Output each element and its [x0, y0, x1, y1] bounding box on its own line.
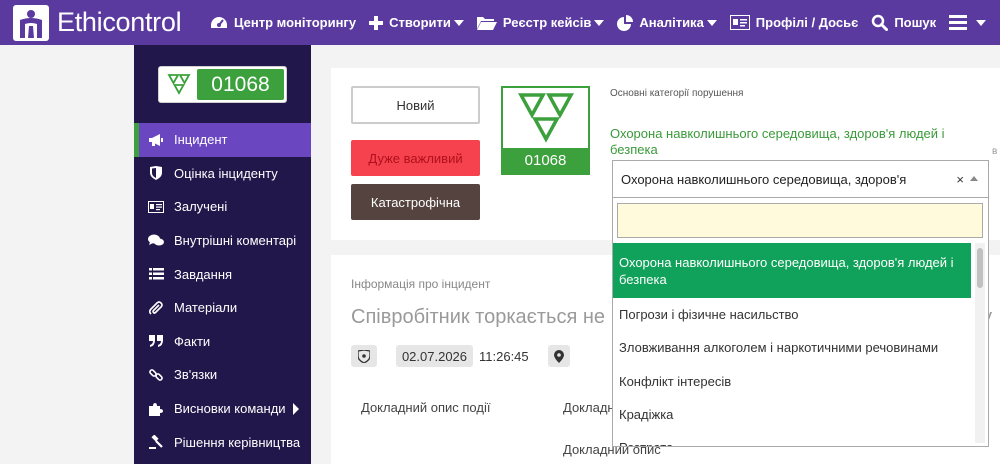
- sidebar-item-label: Залучені: [174, 199, 228, 215]
- brand-name: Ethicontrol: [57, 7, 182, 37]
- hamburger-icon: [949, 15, 968, 30]
- comments-icon: [148, 234, 164, 247]
- trefoil-icon: [503, 88, 588, 148]
- pie-chart-icon: [617, 14, 634, 31]
- gavel-icon: [148, 435, 164, 450]
- category-search-input[interactable]: [617, 203, 983, 238]
- category-option[interactable]: Охорона навколишнього середовища, здоров…: [613, 243, 971, 298]
- sidebar-item-team-conclusions[interactable]: Висновки команди: [134, 392, 311, 426]
- list-icon: [148, 268, 164, 280]
- case-number-large: 01068: [503, 148, 588, 173]
- status-new-button[interactable]: Новий: [351, 86, 480, 124]
- clear-icon[interactable]: ×: [956, 172, 964, 187]
- category-select[interactable]: Охорона навколишнього середовища, здоров…: [612, 160, 989, 198]
- description-label-2: Докладн: [563, 400, 615, 415]
- paperclip-icon: [148, 300, 164, 315]
- chevron-right-icon: [292, 402, 299, 415]
- truncated-label: в: [992, 146, 998, 157]
- menu-toggle[interactable]: [949, 0, 987, 45]
- incident-time: 11:26:45: [479, 349, 529, 364]
- link-icon: [148, 368, 164, 382]
- category-dropdown: Охорона навколишнього середовища, здоров…: [612, 197, 989, 447]
- sidebar-item-label: Висновки команди: [174, 401, 286, 417]
- sidebar-item-comments[interactable]: Внутрішні коментарі: [134, 224, 311, 258]
- chevron-up-icon[interactable]: [970, 176, 978, 181]
- nav-monitoring[interactable]: Центр моніторингу: [210, 0, 356, 45]
- nav-search-label: Пошук: [894, 15, 937, 30]
- trefoil-icon: [161, 69, 197, 100]
- id-card-icon: [148, 200, 164, 213]
- sidebar-item-label: Внутрішні коментарі: [174, 233, 297, 249]
- sidebar-item-label: Інцидент: [174, 132, 228, 148]
- case-badge-large: 01068: [501, 86, 590, 175]
- category-option[interactable]: Конфлікт інтересів: [613, 365, 971, 398]
- sidebar-item-facts[interactable]: Факти: [134, 325, 311, 359]
- description-label: Докладний опис події: [361, 400, 491, 415]
- sidebar-item-label: Матеріали: [174, 300, 238, 316]
- plus-icon: [369, 15, 384, 30]
- incident-title: Співробітник торкається не: [351, 306, 606, 328]
- sidebar-item-label: Факти: [174, 333, 211, 349]
- chevron-down-icon: [453, 19, 464, 26]
- nav-search[interactable]: Пошук: [871, 0, 936, 45]
- category-options: Охорона навколишнього середовища, здоров…: [613, 243, 971, 446]
- shield-icon: [148, 166, 164, 181]
- nav-create-label: Створити: [389, 15, 451, 30]
- sidebar-item-materials[interactable]: Матеріали: [134, 291, 311, 325]
- location-button[interactable]: [548, 345, 570, 367]
- main-nav: Центр моніторингу Створити Реєстр кейсів…: [210, 0, 999, 45]
- quote-icon: [148, 335, 164, 348]
- sidebar-item-involved[interactable]: Залучені: [134, 190, 311, 224]
- sidebar-menu: Інцидент Оцінка інциденту Залучені Внутр…: [134, 123, 311, 459]
- case-number-badge: 01068: [158, 66, 287, 103]
- dashboard-icon: [211, 16, 227, 28]
- top-navbar: Ethicontrol Центр моніторингу Створити Р…: [0, 0, 1000, 45]
- map-pin-icon: [554, 349, 564, 363]
- chevron-down-icon: [594, 19, 605, 26]
- folder-icon: [476, 17, 497, 30]
- sidebar-item-tasks[interactable]: Завдання: [134, 257, 311, 291]
- status-very-important-button[interactable]: Дуже важливий: [351, 140, 480, 176]
- case-number: 01068: [197, 69, 284, 100]
- nav-profiles[interactable]: Профілі / Досьє: [729, 0, 859, 45]
- sidebar-item-incident[interactable]: Інцидент: [134, 123, 311, 157]
- incident-date: 02.07.2026: [396, 345, 473, 367]
- nav-analytics[interactable]: Аналітика: [617, 0, 717, 45]
- brand-logo[interactable]: Ethicontrol: [0, 0, 210, 45]
- case-sidebar: 01068 Інцидент Оцінка інциденту Залучені…: [134, 45, 311, 464]
- sidebar-item-label: Завдання: [174, 266, 233, 282]
- logo-icon: [13, 4, 49, 41]
- nav-profiles-label: Профілі / Досьє: [755, 15, 859, 30]
- category-option[interactable]: Погрози і фізичне насильство: [613, 298, 971, 331]
- category-option[interactable]: Крадіжка: [613, 398, 971, 431]
- sidebar-item-label: Рішення керівництва: [174, 434, 301, 450]
- sidebar-item-links[interactable]: Зв'язки: [134, 358, 311, 392]
- sidebar-item-assessment[interactable]: Оцінка інциденту: [134, 157, 311, 191]
- nav-create[interactable]: Створити: [369, 0, 464, 45]
- nav-cases[interactable]: Реєстр кейсів: [476, 0, 605, 45]
- category-label: Основні категорії порушення: [610, 88, 744, 99]
- nav-cases-label: Реєстр кейсів: [502, 15, 592, 30]
- status-catastrophic-button[interactable]: Катастрофічна: [351, 184, 480, 220]
- sidebar-item-label: Оцінка інциденту: [174, 165, 278, 181]
- nav-analytics-label: Аналітика: [639, 15, 704, 30]
- incident-section-label: Інформація про інцидент: [351, 277, 491, 291]
- puzzle-icon: [148, 402, 164, 416]
- megaphone-icon: [148, 133, 164, 147]
- category-select-value: Охорона навколишнього середовища, здоров…: [621, 171, 907, 187]
- chevron-down-icon: [976, 19, 987, 26]
- category-option[interactable]: Розтрата: [613, 431, 971, 446]
- category-option[interactable]: Зловживання алкоголем і наркотичними реч…: [613, 331, 971, 364]
- sidebar-item-label: Зв'язки: [174, 367, 218, 383]
- scrollbar-thumb[interactable]: [977, 248, 983, 288]
- category-selected-text: Охорона навколишнього середовища, здоров…: [610, 126, 945, 157]
- id-card-icon: [729, 15, 750, 30]
- nav-monitoring-label: Центр моніторингу: [234, 15, 357, 30]
- dropdown-scrollbar[interactable]: [975, 243, 985, 443]
- shield-icon: [358, 349, 370, 363]
- sidebar-item-management-decision[interactable]: Рішення керівництва: [134, 425, 311, 459]
- assessment-badge[interactable]: [351, 345, 377, 367]
- search-icon: [872, 14, 889, 31]
- chevron-down-icon: [706, 19, 717, 26]
